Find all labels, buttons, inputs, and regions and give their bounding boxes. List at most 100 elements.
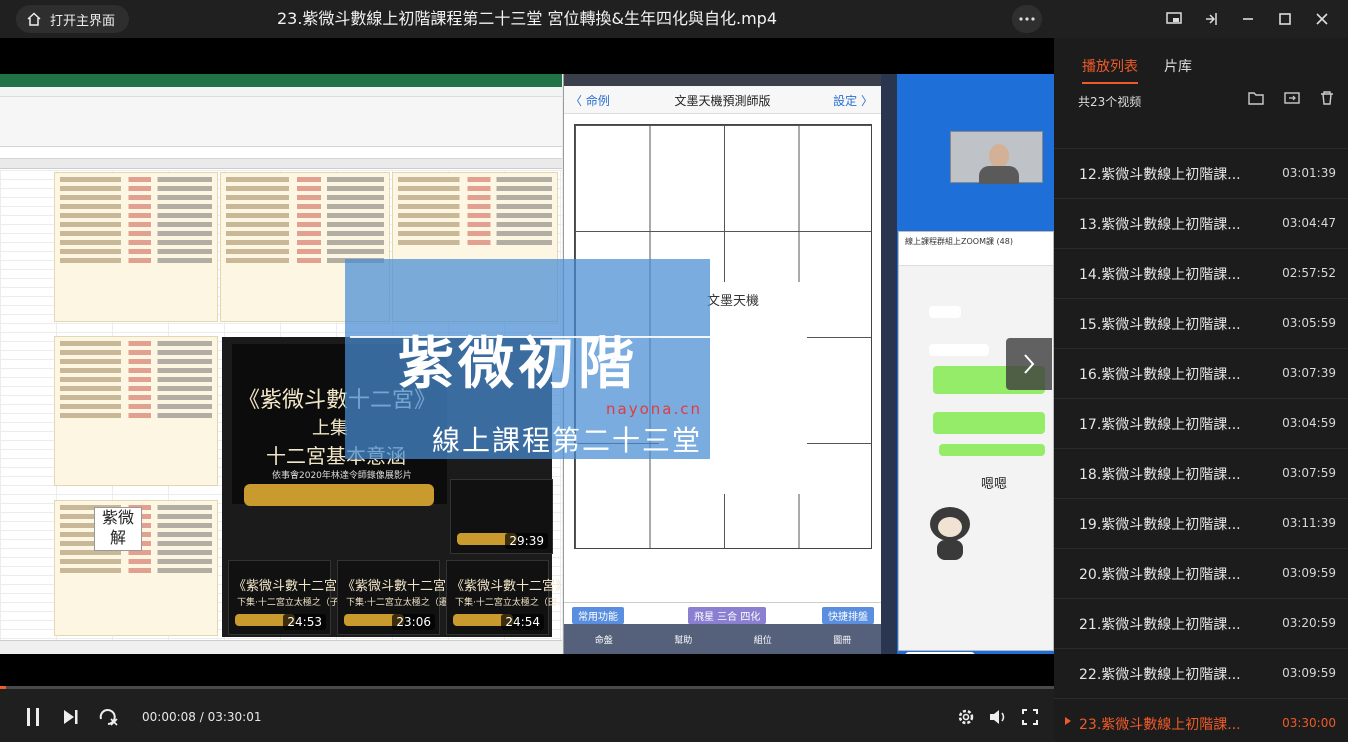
pin-on-top-button[interactable] bbox=[1192, 0, 1229, 38]
settings-button[interactable] bbox=[955, 707, 977, 727]
playlist-item-duration: 03:07:39 bbox=[1282, 366, 1336, 380]
fullscreen-button[interactable] bbox=[1019, 707, 1041, 727]
playlist-item[interactable]: 18.紫微斗數線上初階課... 03:07:59 bbox=[1054, 448, 1348, 498]
tab-playlist[interactable]: 播放列表 bbox=[1082, 56, 1138, 84]
chat-bubble bbox=[933, 412, 1045, 434]
mode-switch[interactable]: 飛星 三合 四化 bbox=[688, 607, 767, 624]
book-badge bbox=[244, 484, 434, 506]
video-tile[interactable]: 29:39 bbox=[450, 479, 553, 554]
playlist-item[interactable]: 21.紫微斗數線上初階課... 03:20:59 bbox=[1054, 598, 1348, 648]
playlist-item-title: 19.紫微斗數線上初階課... bbox=[1079, 517, 1241, 533]
pause-button[interactable] bbox=[22, 707, 44, 727]
playlist-item[interactable]: 14.紫微斗數線上初階課... 02:57:52 bbox=[1054, 248, 1348, 298]
playlist-item-duration: 03:11:39 bbox=[1282, 516, 1336, 530]
dock-item[interactable]: 組位 bbox=[754, 633, 772, 646]
trash-icon[interactable] bbox=[1320, 91, 1334, 105]
playlist-item-title: 13.紫微斗數線上初階課... bbox=[1079, 217, 1241, 233]
title-bar: 打开主界面 23.紫微斗數線上初階課程第二十三堂 宮位轉換&生年四化與自化.mp… bbox=[0, 0, 1348, 38]
playback-time: 00:00:08 / 03:30:01 bbox=[142, 710, 262, 724]
playlist-item[interactable]: 12.紫微斗數線上初階課... 03:01:39 bbox=[1054, 148, 1348, 198]
watermark: nayona.cn bbox=[606, 400, 702, 418]
playlist-item[interactable]: 17.紫微斗數線上初階課... 03:04:59 bbox=[1054, 398, 1348, 448]
video-tile[interactable]: 《紫微斗數十二宮》 下集·十二宮立太極之（田、福、父） 24:54 bbox=[446, 560, 602, 635]
playlist-item-duration: 02:57:52 bbox=[1282, 266, 1336, 280]
common-functions-button[interactable]: 常用功能 bbox=[572, 607, 624, 624]
stamp-logo: 紫微解 bbox=[94, 507, 142, 551]
tile-title: 《紫微斗數十二宮》 bbox=[233, 579, 351, 594]
video-frame: 《紫微斗數十二宮》 上集 十二宮基本意涵 依事會2020年林達令師錄像展影片 2… bbox=[0, 74, 1054, 654]
playlist-item[interactable]: 13.紫微斗數線上初階課... 03:04:47 bbox=[1054, 198, 1348, 248]
webcam-view bbox=[950, 131, 1043, 184]
playlist-item-title: 20.紫微斗數線上初階課... bbox=[1079, 567, 1241, 583]
video-tile[interactable]: 《紫微斗數十二宮》 下集·十二宮立太極之（子、財、疾） 24:53 bbox=[228, 560, 384, 635]
maximize-button[interactable] bbox=[1266, 0, 1303, 38]
playlist-item-duration: 03:30:00 bbox=[1282, 716, 1336, 730]
playlist-item-duration: 03:01:39 bbox=[1282, 166, 1336, 180]
dock-item[interactable]: 圖冊 bbox=[833, 633, 851, 646]
volume-icon bbox=[990, 710, 1005, 724]
tile-title: 《紫微斗數十二宮》 bbox=[451, 579, 569, 594]
maximize-icon bbox=[1278, 13, 1291, 25]
playlist: 12.紫微斗數線上初階課... 03:01:39 13.紫微斗數線上初階課... 03… bbox=[1054, 122, 1348, 742]
playlist-item-title: 23.紫微斗數線上初階課... bbox=[1079, 717, 1241, 733]
slide-title: 紫微初階 bbox=[398, 331, 638, 397]
playlist-item[interactable]: 15.紫微斗數線上初階課... 03:05:59 bbox=[1054, 298, 1348, 348]
playlist-item-title: 21.紫微斗數線上初階課... bbox=[1079, 617, 1241, 633]
tile-duration: 23:06 bbox=[392, 614, 435, 630]
playlist-item-duration: 03:20:59 bbox=[1282, 616, 1336, 630]
player-controls: 00:00:08 / 03:30:01 bbox=[0, 689, 1054, 742]
playlist-item-title: 15.紫微斗數線上初階課... bbox=[1079, 317, 1241, 333]
playlist-item-title: 12.紫微斗數線上初階課... bbox=[1079, 167, 1241, 183]
more-button[interactable] bbox=[1012, 5, 1042, 33]
chat-bubble bbox=[939, 444, 1045, 456]
minimize-button[interactable] bbox=[1229, 0, 1266, 38]
volume-button[interactable] bbox=[987, 707, 1009, 727]
chat-bubble bbox=[929, 344, 989, 356]
playlist-item-title: 22.紫微斗數線上初階課... bbox=[1079, 667, 1241, 683]
quick-chart-button[interactable]: 快捷排盤 bbox=[822, 607, 874, 624]
tab-library[interactable]: 片库 bbox=[1164, 56, 1192, 84]
tile-title: 《紫微斗數十二宮》 bbox=[342, 579, 460, 594]
sticker-cat bbox=[925, 502, 975, 562]
video-canvas[interactable]: 《紫微斗數十二宮》 上集 十二宮基本意涵 依事會2020年林達令師錄像展影片 2… bbox=[0, 38, 1054, 686]
chat-header: 線上課程群組上ZOOM課 (48) bbox=[899, 232, 1053, 266]
video-title: 23.紫微斗數線上初階課程第二十三堂 宮位轉換&生年四化與自化.mp4 bbox=[276, 9, 778, 28]
playlist-item[interactable]: 16.紫微斗數線上初階課... 03:07:39 bbox=[1054, 348, 1348, 398]
playlist-item-title: 16.紫微斗數線上初階課... bbox=[1079, 367, 1241, 383]
next-video-button[interactable] bbox=[1006, 338, 1052, 390]
book-credit: 依事會2020年林達令師錄像展影片 bbox=[272, 471, 412, 481]
chat-bubble bbox=[905, 652, 975, 654]
more-dots-icon bbox=[1019, 17, 1035, 21]
pin-icon bbox=[1205, 13, 1217, 25]
screencast-button[interactable] bbox=[1155, 0, 1192, 38]
playlist-item-duration: 03:09:59 bbox=[1282, 666, 1336, 680]
playlist-item-title: 17.紫微斗數線上初階課... bbox=[1079, 417, 1241, 433]
playlist-item-duration: 03:07:59 bbox=[1282, 466, 1336, 480]
now-playing-icon bbox=[1065, 717, 1071, 725]
close-button[interactable] bbox=[1303, 0, 1340, 38]
video-tile[interactable]: 《紫微斗數十二宮》 下集·十二宮立太極之（遷、奴、官） 23:06 bbox=[337, 560, 493, 635]
next-button[interactable] bbox=[60, 707, 82, 727]
playlist-item-duration: 03:04:47 bbox=[1282, 216, 1336, 230]
slide-subtitle: 線上課程第二十三堂 bbox=[432, 424, 703, 457]
settings-button[interactable]: 設定 〉 bbox=[833, 92, 873, 109]
gear-icon bbox=[958, 709, 974, 725]
book-volume: 上集 bbox=[312, 418, 348, 439]
playlist-item-duration: 03:04:59 bbox=[1282, 416, 1336, 430]
skip-next-icon bbox=[64, 710, 78, 724]
minimize-icon bbox=[1242, 18, 1253, 20]
tile-duration: 29:39 bbox=[505, 533, 548, 549]
playlist-item[interactable]: 19.紫微斗數線上初階課... 03:11:39 bbox=[1054, 498, 1348, 548]
playlist-item[interactable]: 23.紫微斗數線上初階課... 03:30:00 bbox=[1054, 698, 1348, 742]
dock-item[interactable]: 命盤 bbox=[595, 633, 613, 646]
video-count: 共23个视频 bbox=[1078, 95, 1142, 109]
dock-item[interactable]: 幫助 bbox=[674, 633, 692, 646]
loop-icon bbox=[99, 709, 118, 726]
fullscreen-icon bbox=[1022, 709, 1038, 725]
playlist-item[interactable]: 22.紫微斗數線上初階課... 03:09:59 bbox=[1054, 648, 1348, 698]
close-icon bbox=[1315, 13, 1328, 25]
import-icon[interactable] bbox=[1284, 91, 1300, 105]
loop-button[interactable] bbox=[98, 707, 120, 727]
open-folder-icon[interactable] bbox=[1248, 91, 1264, 105]
playlist-item[interactable]: 20.紫微斗數線上初階課... 03:09:59 bbox=[1054, 548, 1348, 598]
